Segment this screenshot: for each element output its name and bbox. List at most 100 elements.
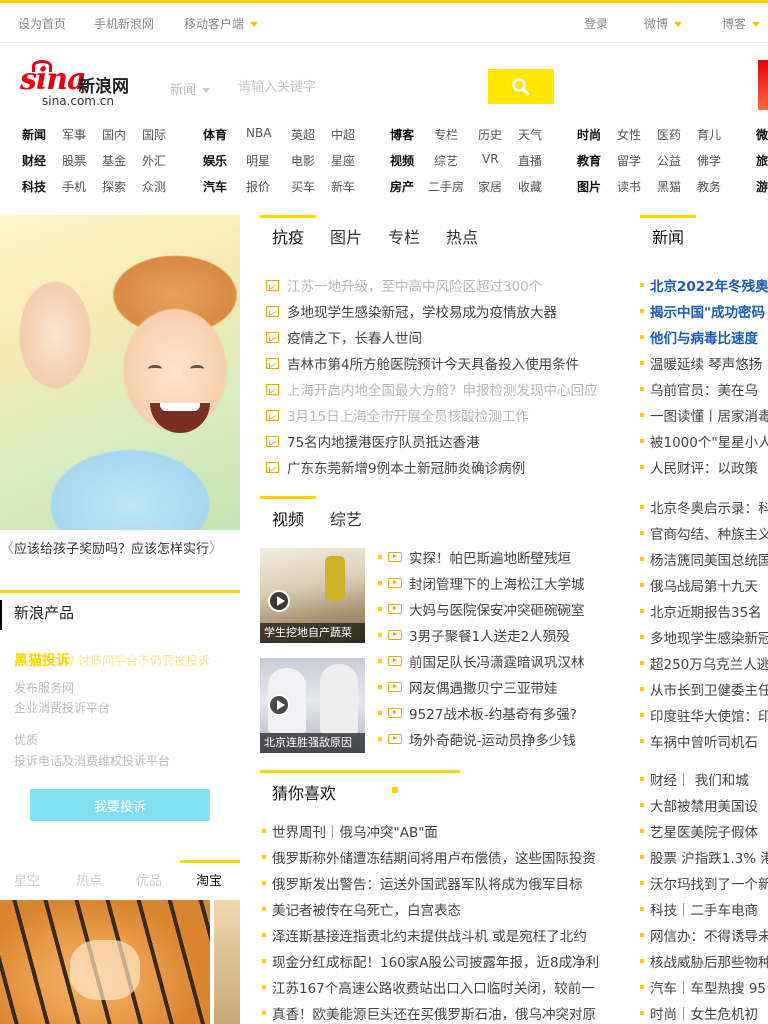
list-item[interactable]: 大妈与医院保安冲突砸碗碗室 — [378, 598, 618, 620]
shop-tab-taobao[interactable]: 淘宝 — [196, 870, 222, 889]
complain-button[interactable]: 我要投诉 — [30, 789, 210, 821]
shop-tab[interactable]: 星空 — [14, 870, 40, 889]
tiger-image[interactable] — [0, 900, 210, 1024]
list-item[interactable]: 世界周刊｜俄乌冲突"AB"面 — [262, 820, 607, 842]
weibo-link[interactable]: 微博 — [644, 15, 683, 32]
nav-item[interactable]: 家居 — [478, 178, 502, 195]
list-item[interactable]: 人民财评：以政策 — [640, 456, 768, 478]
nav-item[interactable]: 黑猫 — [657, 178, 681, 195]
nav-item[interactable]: 图片 — [577, 178, 601, 195]
tab-news[interactable]: 新闻 — [652, 224, 684, 248]
list-item[interactable]: 北京冬奥启示录：科 — [640, 496, 768, 518]
nav-item[interactable]: 直播 — [518, 152, 542, 169]
list-item[interactable]: 印度驻华大使馆：印 — [640, 704, 768, 726]
list-item[interactable]: 多地现学生感染新冠 — [640, 626, 768, 648]
list-item[interactable]: 北京2022年冬残奥会 — [640, 274, 768, 296]
tab-variety[interactable]: 综艺 — [330, 506, 362, 530]
list-item[interactable]: 3月15日上海全市开展全员核酸检测工作 — [266, 404, 606, 426]
nav-item[interactable]: 探索 — [102, 178, 126, 195]
nav-item[interactable]: 报价 — [246, 178, 270, 195]
nav-item[interactable]: 读书 — [617, 178, 641, 195]
list-item[interactable]: 他们与病毒比速度 — [640, 326, 768, 348]
list-item[interactable]: 杨洁篪同美国总统国 — [640, 548, 768, 570]
next-arrow-icon[interactable]: 〉 — [209, 541, 223, 557]
play-icon[interactable] — [268, 694, 290, 716]
nav-item[interactable]: 历史 — [478, 126, 502, 143]
set-homepage-link[interactable]: 设为首页 — [18, 15, 66, 32]
video-thumbnail[interactable]: 北京连胜强敌原因 — [260, 658, 365, 753]
nav-item[interactable]: 明星 — [246, 152, 270, 169]
shop-tab[interactable]: 热点 — [76, 870, 102, 889]
nav-item[interactable]: 中超 — [331, 126, 355, 143]
list-item[interactable]: 多地现学生感染新冠，学校易成为疫情放大器 — [266, 300, 606, 322]
nav-item[interactable]: 公益 — [657, 152, 681, 169]
nav-item[interactable]: 众测 — [142, 178, 166, 195]
list-item[interactable]: 核战威胁后那些物种 — [640, 950, 768, 972]
login-link[interactable]: 登录 — [584, 15, 608, 32]
nav-item[interactable]: NBA — [246, 126, 271, 140]
list-item[interactable]: 江苏一地升级，至中高中风险区超过300个 — [266, 274, 606, 296]
nav-item[interactable]: 英超 — [291, 126, 315, 143]
nav-item[interactable]: 星座 — [331, 152, 355, 169]
nav-item[interactable]: 外汇 — [142, 152, 166, 169]
product-line[interactable]: 发布服务网 — [14, 679, 74, 696]
play-icon[interactable] — [268, 590, 290, 612]
hero-caption[interactable]: 〈应该给孩子奖励吗？应该怎样实行〉 — [0, 538, 240, 558]
nav-item[interactable]: 新闻 — [22, 126, 46, 143]
nav-item[interactable]: 天气 — [518, 126, 542, 143]
nav-item[interactable]: 收藏 — [518, 178, 542, 195]
nav-item[interactable]: 国际 — [142, 126, 166, 143]
nav-item[interactable]: 娱乐 — [203, 152, 227, 169]
mobile-client-link[interactable]: 移动客户端 — [184, 15, 259, 32]
nav-item[interactable]: 女性 — [617, 126, 641, 143]
list-item[interactable]: 9527战术板-约基奇有多强? — [378, 702, 618, 724]
nav-item[interactable]: 教务 — [697, 178, 721, 195]
nav-item[interactable]: 科技 — [22, 178, 46, 195]
list-item[interactable]: 场外奇葩说-运动员挣多少钱 — [378, 728, 618, 750]
tab-hot[interactable]: 热点 — [446, 224, 478, 248]
list-item[interactable]: 乌前官员：美在乌 — [640, 378, 768, 400]
video-thumbnail[interactable]: 学生挖地自产蔬菜 — [260, 548, 365, 643]
list-item[interactable]: 封闭管理下的上海松江大学城 — [378, 572, 618, 594]
list-item[interactable]: 俄乌战局第十九天 — [640, 574, 768, 596]
list-item[interactable]: 超250万乌克兰人逃 — [640, 652, 768, 674]
tab-video[interactable]: 视频 — [272, 506, 304, 530]
nav-item[interactable]: 国内 — [102, 126, 126, 143]
list-item[interactable]: 江苏167个高速公路收费站出口入口临时关闭，较前一 — [262, 976, 607, 998]
nav-item[interactable]: 游 — [756, 178, 768, 195]
list-item[interactable]: 揭示中国"成功密码 — [640, 300, 768, 322]
nav-item[interactable]: 房产 — [390, 178, 414, 195]
hero-image[interactable] — [0, 215, 240, 530]
list-item[interactable]: 艺星医美院子假体 — [640, 820, 768, 842]
flag-banner[interactable] — [758, 60, 768, 110]
nav-item[interactable]: 基金 — [102, 152, 126, 169]
list-item[interactable]: 财经｜ 我们和城 — [640, 768, 768, 790]
mobile-sina-link[interactable]: 手机新浪网 — [94, 15, 154, 32]
list-item[interactable]: 实探！帕巴斯遍地断壁残垣 — [378, 546, 618, 568]
nav-item[interactable]: 综艺 — [434, 152, 458, 169]
search-category-select[interactable]: 新闻 — [170, 79, 211, 98]
product-line[interactable]: 优质 — [14, 731, 38, 748]
nav-item[interactable]: 博客 — [390, 126, 414, 143]
search-input[interactable] — [238, 72, 483, 102]
nav-item[interactable]: 汽车 — [203, 178, 227, 195]
list-item[interactable]: 沃尔玛找到了一个新 — [640, 872, 768, 894]
list-item[interactable]: 一图读懂丨居家消毒 — [640, 404, 768, 426]
refresh-dot-icon[interactable] — [392, 787, 398, 793]
list-item[interactable]: 从市长到卫健委主任 — [640, 678, 768, 700]
nav-item[interactable]: 买车 — [291, 178, 315, 195]
nav-item[interactable]: 手机 — [62, 178, 86, 195]
nav-item[interactable]: 电影 — [291, 152, 315, 169]
list-item[interactable]: 美记者被传在乌死亡，白宫表态 — [262, 898, 607, 920]
nav-item[interactable]: 股票 — [62, 152, 86, 169]
list-item[interactable]: 汽车｜车型热搜 95 — [640, 976, 768, 998]
list-item[interactable]: 75名内地援港医疗队员抵达香港 — [266, 430, 606, 452]
nav-item[interactable]: 新车 — [331, 178, 355, 195]
list-item[interactable]: 现金分红成标配！160家A股公司披露年报，近8成净利 — [262, 950, 607, 972]
nav-item[interactable]: 旅 — [756, 152, 768, 169]
nav-item[interactable]: 医药 — [657, 126, 681, 143]
nav-item[interactable]: 军事 — [62, 126, 86, 143]
product-line[interactable]: 投诉电话及消费维权投诉平台 — [14, 752, 170, 769]
nav-item[interactable]: 二手房 — [428, 178, 464, 195]
list-item[interactable]: 俄罗斯称外储遭冻结期间将用卢布偿债，这些国际投资 — [262, 846, 607, 868]
